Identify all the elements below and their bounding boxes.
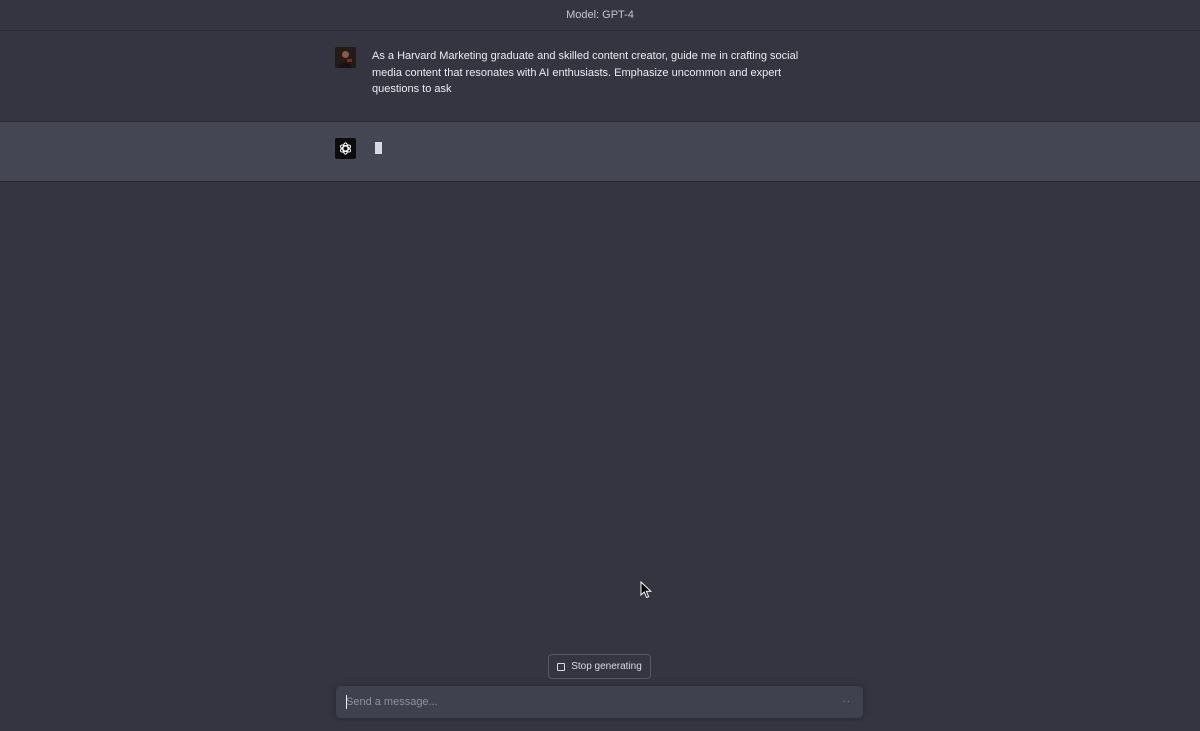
assistant-message-row <box>0 122 1200 182</box>
user-avatar <box>335 47 356 68</box>
user-message-row: As a Harvard Marketing graduate and skil… <box>0 31 1200 122</box>
streaming-cursor <box>375 142 382 154</box>
chat-app: Model: GPT-4 As a Harvard Marketing grad… <box>0 0 1200 731</box>
send-dots-icon[interactable]: ·· <box>842 696 851 707</box>
user-message-text: As a Harvard Marketing graduate and skil… <box>372 50 799 95</box>
model-header: Model: GPT-4 <box>0 0 1200 31</box>
text-caret <box>346 695 347 709</box>
model-label: Model: GPT-4 <box>566 9 634 21</box>
stop-square-icon <box>557 662 566 671</box>
stop-generating-button[interactable]: Stop generating <box>548 654 651 679</box>
bottom-strip <box>0 722 1200 731</box>
openai-logo-icon <box>339 142 352 155</box>
message-input[interactable] <box>346 693 826 711</box>
assistant-avatar <box>335 138 356 159</box>
mouse-pointer-icon <box>640 581 653 599</box>
user-avatar-photo <box>335 47 356 68</box>
stop-generating-label: Stop generating <box>571 661 642 672</box>
message-composer: ·· <box>336 686 863 718</box>
